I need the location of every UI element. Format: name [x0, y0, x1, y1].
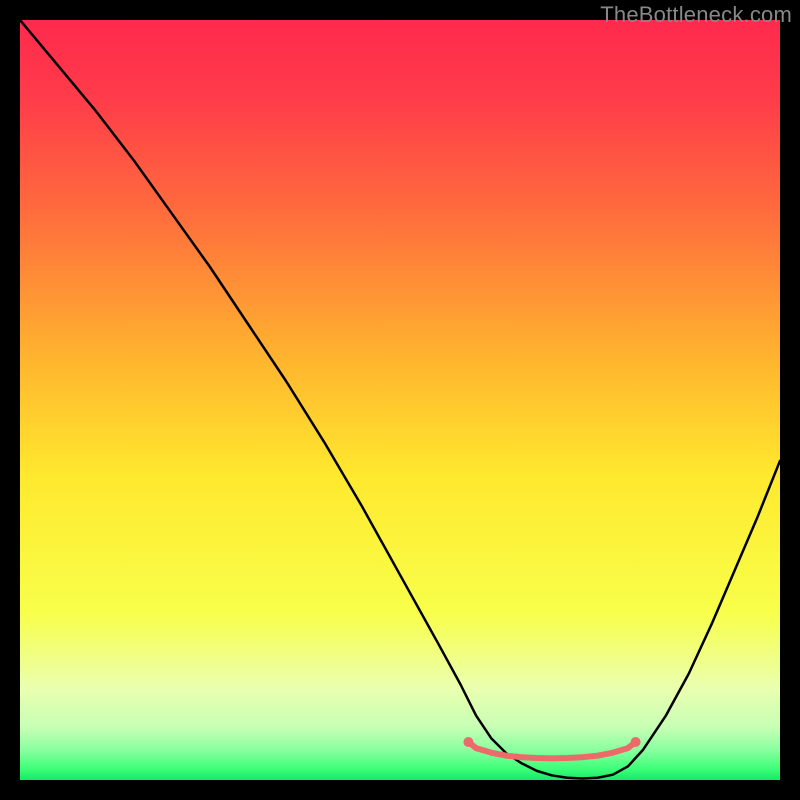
plot-area [20, 20, 780, 780]
chart-container: TheBottleneck.com [0, 0, 800, 800]
chart-svg [20, 20, 780, 780]
gradient-background [20, 20, 780, 780]
watermark-text: TheBottleneck.com [600, 2, 792, 28]
